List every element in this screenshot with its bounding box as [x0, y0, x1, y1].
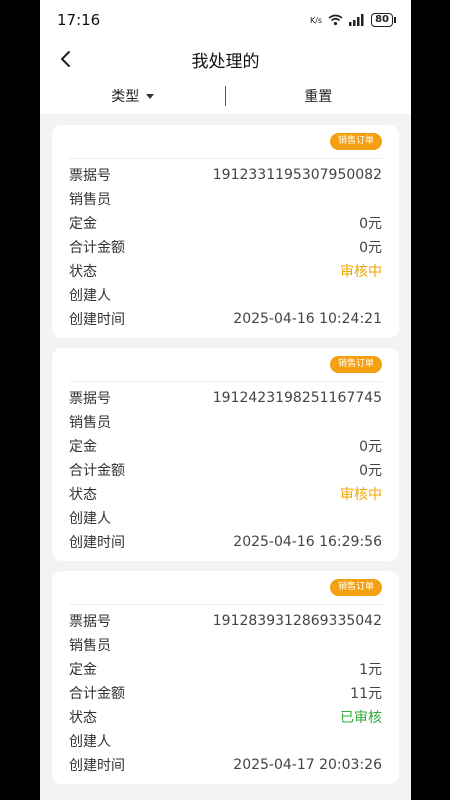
ticket-no-row: 票据号 1912331195307950082: [69, 163, 382, 187]
ticket-no-row: 票据号 1912839312869335042: [69, 609, 382, 633]
deposit-label: 定金: [69, 662, 97, 678]
total-amount-row: 合计金额 11元: [69, 681, 382, 705]
salesperson-label: 销售员: [69, 415, 111, 431]
ticket-no-label: 票据号: [69, 614, 111, 630]
ticket-no-value: 1912423198251167745: [212, 390, 382, 406]
status-bar: 17:16 K/s 80: [40, 0, 411, 40]
order-type-badge: 销售订单: [329, 579, 382, 596]
total-amount-label: 合计金额: [69, 240, 125, 256]
reset-button[interactable]: 重置: [226, 86, 412, 106]
creator-row: 创建人: [69, 729, 382, 753]
status-icons: K/s 80: [309, 13, 396, 27]
creator-label: 创建人: [69, 734, 111, 750]
card-divider: [69, 381, 382, 382]
salesperson-row: 销售员: [69, 187, 382, 211]
creator-label: 创建人: [69, 288, 111, 304]
network-speed: K/s: [309, 15, 323, 25]
page-header: 我处理的: [40, 40, 411, 78]
order-card[interactable]: 销售订单 票据号 1912331195307950082 销售员 定金 0元 合计金…: [52, 125, 399, 338]
total-amount-row: 合计金额 0元: [69, 235, 382, 259]
filter-divider: [225, 86, 226, 106]
deposit-value: 0元: [359, 216, 382, 232]
card-divider: [69, 604, 382, 605]
order-card[interactable]: 销售订单 票据号 1912839312869335042 销售员 定金 1元 合计金…: [52, 571, 399, 784]
total-amount-value: 11元: [350, 686, 382, 702]
created-time-label: 创建时间: [69, 758, 125, 774]
card-divider: [69, 158, 382, 159]
total-amount-value: 0元: [359, 463, 382, 479]
salesperson-label: 销售员: [69, 638, 111, 654]
page-title: 我处理的: [191, 51, 260, 72]
deposit-label: 定金: [69, 216, 97, 232]
status-label: 状态: [69, 710, 97, 726]
deposit-value: 1元: [359, 662, 382, 678]
salesperson-label: 销售员: [69, 192, 111, 208]
battery-icon: 80: [371, 13, 396, 27]
status-value: 审核中: [340, 264, 382, 280]
creator-row: 创建人: [69, 283, 382, 307]
created-time-value: 2025-04-16 10:24:21: [233, 311, 382, 327]
ticket-no-row: 票据号 1912423198251167745: [69, 386, 382, 410]
phone-screen: 17:16 K/s 80 我处理的 类型 重置 销售订单 票据号 1912331…: [40, 0, 411, 800]
created-time-row: 创建时间 2025-04-16 16:29:56: [69, 530, 382, 554]
wifi-icon: [328, 14, 343, 26]
total-amount-label: 合计金额: [69, 463, 125, 479]
created-time-row: 创建时间 2025-04-16 10:24:21: [69, 307, 382, 331]
status-row: 状态 审核中: [69, 482, 382, 506]
created-time-label: 创建时间: [69, 535, 125, 551]
deposit-value: 0元: [359, 439, 382, 455]
status-time: 17:16: [57, 11, 101, 29]
filter-bar: 类型 重置: [40, 78, 411, 114]
deposit-row: 定金 0元: [69, 211, 382, 235]
order-type-badge: 销售订单: [329, 133, 382, 150]
status-value: 已审核: [340, 710, 382, 726]
back-arrow-icon[interactable]: [58, 50, 74, 68]
status-row: 状态 已审核: [69, 705, 382, 729]
deposit-label: 定金: [69, 439, 97, 455]
ticket-no-label: 票据号: [69, 168, 111, 184]
ticket-no-value: 1912839312869335042: [212, 613, 382, 629]
creator-label: 创建人: [69, 511, 111, 527]
status-label: 状态: [69, 487, 97, 503]
order-card[interactable]: 销售订单 票据号 1912423198251167745 销售员 定金 0元 合计金…: [52, 348, 399, 561]
reset-label: 重置: [304, 89, 333, 105]
total-amount-label: 合计金额: [69, 686, 125, 702]
order-list: 销售订单 票据号 1912331195307950082 销售员 定金 0元 合计金…: [40, 114, 411, 784]
ticket-no-value: 1912331195307950082: [212, 167, 382, 183]
type-filter-label: 类型: [111, 89, 140, 105]
total-amount-value: 0元: [359, 240, 382, 256]
total-amount-row: 合计金额 0元: [69, 458, 382, 482]
order-type-badge: 销售订单: [329, 356, 382, 373]
deposit-row: 定金 1元: [69, 657, 382, 681]
status-label: 状态: [69, 264, 97, 280]
salesperson-row: 销售员: [69, 633, 382, 657]
type-filter-dropdown[interactable]: 类型: [40, 86, 226, 106]
caret-down-icon: [146, 93, 155, 99]
signal-icon: [349, 14, 364, 26]
created-time-label: 创建时间: [69, 312, 125, 328]
deposit-row: 定金 0元: [69, 434, 382, 458]
creator-row: 创建人: [69, 506, 382, 530]
created-time-value: 2025-04-16 16:29:56: [233, 534, 382, 550]
status-value: 审核中: [340, 487, 382, 503]
status-row: 状态 审核中: [69, 259, 382, 283]
created-time-value: 2025-04-17 20:03:26: [233, 757, 382, 773]
ticket-no-label: 票据号: [69, 391, 111, 407]
created-time-row: 创建时间 2025-04-17 20:03:26: [69, 753, 382, 777]
salesperson-row: 销售员: [69, 410, 382, 434]
